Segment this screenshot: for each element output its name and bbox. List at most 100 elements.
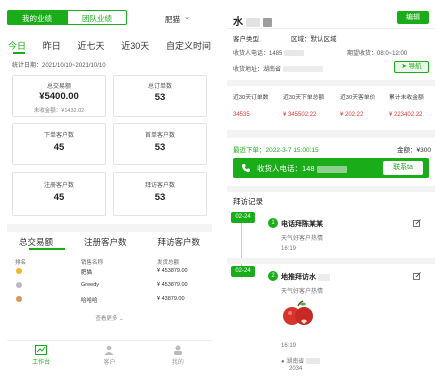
visit-title: 电话拜陈某某	[281, 221, 323, 228]
delivery-address-text: 收货地址：湖南省	[233, 67, 282, 73]
expected-delivery: 期望收货：08:0~12:00	[347, 51, 408, 57]
stat-value: 53	[154, 142, 166, 153]
order-amount: 金额：¥300	[397, 147, 431, 154]
customer-type: 客户类型	[233, 36, 259, 43]
redacted-block	[305, 358, 320, 365]
active-tab-indicator	[29, 248, 65, 250]
tab-today[interactable]: 今日	[7, 39, 27, 52]
user-selector-label[interactable]: 肥猫	[165, 14, 180, 25]
phone-icon	[242, 164, 250, 172]
stat-value: 45	[53, 192, 65, 203]
redacted-block	[284, 50, 305, 57]
tab-registered-customers[interactable]: 注册客户数	[84, 236, 127, 248]
silver-medal-icon	[16, 282, 22, 288]
table-row[interactable]: 哈哈哈 ¥ 43879.00	[7, 296, 212, 306]
delivery-address: 收货地址：湖南省	[233, 64, 323, 73]
section-divider	[7, 224, 212, 232]
visit-time: 16:19	[281, 246, 297, 252]
redacted-block	[282, 66, 323, 73]
shipped-total: ¥ 43879.00	[157, 296, 185, 302]
stat-value: 45	[53, 142, 65, 153]
tab-my-performance[interactable]: 我的业绩	[7, 10, 67, 25]
chart-icon	[35, 345, 48, 355]
stat-label: 拜访客户数	[144, 183, 175, 189]
stat-card-total-sales[interactable]: 总交易额 ¥5400.00 未收金额：¥1432.02	[12, 75, 106, 117]
visit-number: 2	[268, 271, 278, 281]
nav-workbench[interactable]: 工作台	[7, 341, 75, 370]
col-orders-30d: 近30天订单数	[233, 95, 269, 101]
nav-customers[interactable]: 客户	[75, 341, 143, 370]
chevron-down-icon[interactable]: ⌄	[184, 13, 190, 21]
nav-label: 工作台	[32, 360, 51, 366]
section-divider	[227, 80, 435, 86]
stat-value: 53	[154, 192, 166, 203]
stat-value: ¥5400.00	[39, 91, 79, 102]
navigate-label: 导航	[408, 63, 422, 70]
stat-card-visited-customers[interactable]: 拜访客户数 53	[113, 172, 207, 216]
nav-mine[interactable]: 我的	[144, 341, 212, 370]
edit-button[interactable]: 编辑	[397, 11, 429, 24]
contact-button[interactable]: 联系ta	[383, 161, 423, 175]
customer-name: 水	[233, 13, 272, 28]
stat-card-order-customers[interactable]: 下单客户数 45	[12, 123, 106, 165]
receiver-phone-bar: 收货人电话：148 联系ta	[233, 158, 429, 178]
receiver-phone: 收货人电话：1485	[233, 48, 305, 57]
visit-records-title: 拜访记录	[233, 197, 263, 206]
performance-tabs: 我的业绩 团队业绩	[7, 10, 127, 25]
tab-total-sales[interactable]: 总交易额	[19, 236, 53, 248]
visit-location-code: 2034	[289, 366, 303, 372]
stat-label: 首单客户数	[144, 133, 175, 139]
stat-card-total-orders[interactable]: 总订单数 53	[113, 75, 207, 117]
table-row[interactable]: Greedy ¥ 453879.00	[7, 282, 212, 292]
sales-name: 哈哈哈	[81, 298, 98, 304]
visit-location-text: 湖南省	[286, 359, 305, 365]
redacted-block	[262, 17, 272, 27]
bronze-medal-icon	[16, 296, 22, 302]
shipped-total: ¥ 453879.00	[157, 268, 188, 274]
col-unpaid-total: 累计未收金额	[389, 95, 424, 101]
users-icon	[104, 345, 114, 355]
tab-last-30-days[interactable]: 近30天	[120, 39, 150, 52]
visit-note: 天气好客户热情	[281, 236, 324, 242]
tab-last-7-days[interactable]: 近七天	[76, 39, 105, 52]
see-more-link[interactable]: 查看更多 ⌄	[7, 314, 212, 322]
nav-label: 客户	[103, 360, 116, 366]
customer-area: 区域：默认区域	[291, 36, 337, 43]
customer-detail-screen: 水 编辑 客户类型 区域：默认区域 收货人电话：1485 期望收货：08:0~1…	[227, 0, 435, 390]
stat-card-registered-customers[interactable]: 注册客户数 45	[12, 172, 106, 216]
tab-yesterday[interactable]: 昨日	[42, 39, 62, 52]
visit-date-badge: 02-24	[231, 212, 255, 223]
navigate-button[interactable]: ➤ 导航	[394, 61, 429, 73]
redacted-block	[245, 17, 260, 27]
table-row[interactable]: 肥猫 ¥ 453879.00	[7, 268, 212, 278]
last-order-time: 最近下单：2022-3-7 15:00:15	[233, 147, 319, 154]
section-divider	[227, 130, 435, 138]
sales-name: 肥猫	[81, 270, 93, 276]
edit-icon[interactable]	[413, 272, 421, 280]
nav-label: 我的	[171, 360, 184, 366]
stat-label: 注册客户数	[43, 183, 74, 189]
bottom-navigation: 工作台 客户 我的	[7, 340, 212, 370]
stat-card-first-order-customers[interactable]: 首单客户数 53	[113, 123, 207, 165]
visit-photo[interactable]	[281, 296, 315, 330]
visit-number: 1	[268, 218, 278, 228]
col-rank: 排名	[15, 260, 27, 266]
stat-label: 总交易额	[46, 84, 71, 90]
receiver-phone-text: 收货人电话：1485	[233, 51, 283, 57]
col-avg-price-30d: 近30天客单价	[340, 95, 376, 101]
edit-icon[interactable]	[413, 219, 421, 227]
visit-location: ● 湖南省	[281, 356, 320, 365]
redacted-block	[316, 165, 347, 173]
customer-name-text: 水	[233, 17, 243, 28]
order-total-30d: ¥ 345502:22	[283, 112, 317, 118]
unpaid-total: ¥ 223402.22	[389, 112, 423, 118]
tab-team-performance[interactable]: 团队业绩	[67, 10, 127, 25]
tab-custom-range[interactable]: 自定义时间	[165, 39, 212, 52]
dashboard-screen: 我的业绩 团队业绩 肥猫 ⌄ 今日 昨日 近七天 近30天 自定义时间 统计日期…	[7, 0, 212, 390]
tab-visited-customers[interactable]: 拜访客户数	[157, 236, 200, 248]
visit-title: 地推拜访水	[281, 272, 330, 282]
active-tab-indicator	[13, 52, 25, 54]
date-range-tabs: 今日 昨日 近七天 近30天 自定义时间	[7, 39, 212, 52]
stat-label: 下单客户数	[43, 133, 74, 139]
receiver-phone-number: 收货人电话：148	[257, 163, 347, 174]
